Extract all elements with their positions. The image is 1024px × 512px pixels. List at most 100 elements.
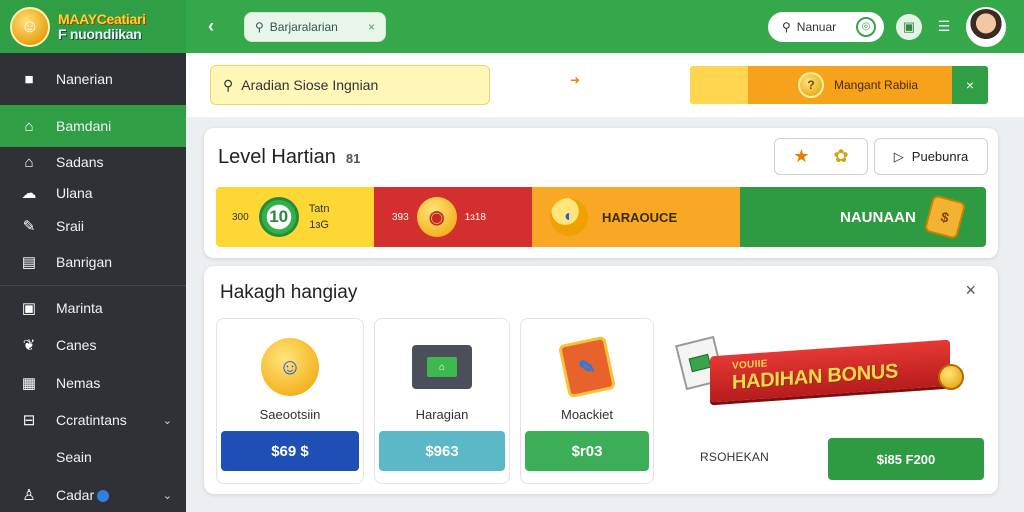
wallet-icon[interactable]: ▣ [896,13,922,40]
sidebar-item-ulana[interactable]: ☁ Ulana [0,177,186,209]
house-icon: ⌂ [24,153,34,171]
offer-card: Hakagh hangiay × ☺ Saeootsiin $69 $ ⌂ Ha… [204,266,998,494]
window-icon: ▣ [21,300,37,317]
bonus-panel: VOUIIE HADIHAN BONUS RSOHEKAN $i85 F200 [660,318,988,484]
sidebar-item-label: Canes [56,337,97,353]
promo-banner[interactable]: ? Mangant Rabiia × [690,66,988,104]
tier-4-label: NAUNAAN [840,208,916,226]
sidebar-item-ccratintans[interactable]: ⊟ Ccratintans ⌄ [0,402,186,438]
tier-1-right-top: Tatn [308,203,330,215]
sidebar-item-label: Bamdani [56,118,112,134]
gift-icon: ✿ [833,146,849,166]
notification-dot-icon [97,490,110,503]
promo-label: Mangant Rabiia [834,78,919,92]
product-card[interactable]: ☺ Saeootsiin $69 $ [216,318,364,484]
main-search-input[interactable]: ⚲ Aradian Siose Ingnian [210,65,490,105]
avatar[interactable] [966,6,1006,47]
top-search-input[interactable]: ⚲ Barjaralarian × [244,11,386,42]
tier-1-badge: 10 [258,197,299,237]
level-title: Level Hartian [218,146,336,168]
buy-button[interactable]: $r03 [525,431,649,471]
home-icon: ⌂ [24,117,34,135]
product-name: Haragian [415,407,469,422]
tier-4[interactable]: NAUNAAN $ [740,187,986,247]
minus-box-icon: ⊟ [22,412,36,429]
tier-3-label: HARAOUCE [602,209,678,225]
level-card: Level Hartian 81 ★ ✿ ▷ Puebunra 300 10 T… [204,128,998,258]
smiley-icon: ☺ [261,338,319,396]
cloud-icon: ☁ [21,185,37,202]
buy-button[interactable]: $963 [379,431,505,471]
sidebar-nav: ■ Nanerian ⌂ Bamdani ⌂ Sadans ☁ Ulana ✎ … [0,53,186,512]
puebunra-button[interactable]: ▷ Puebunra [874,138,988,175]
coin-icon: ? [798,72,824,98]
product-card[interactable]: ✎ Moackiet $r03 [520,318,654,484]
tier-3[interactable]: ◐ HARAOUCE [532,187,740,247]
buy-button[interactable]: $69 $ [221,431,359,471]
coin-icon: ◎ [856,16,876,37]
coin-icon [938,364,964,390]
sidebar-item-cadar[interactable]: ♙ Cadar ⌄ [0,476,186,512]
sidebar: ☺ MAAYCeatiari F nuondiikan ■ Nanerian ⌂… [0,0,186,512]
sidebar-item-nanerian[interactable]: ■ Nanerian [0,53,186,105]
tier-1[interactable]: 300 10 Tatn 1ɜG [216,187,374,247]
search-icon: ⚲ [255,19,264,34]
sidebar-item-label: Cadar [56,487,95,503]
product-name: Saeootsiin [259,407,321,422]
puebunra-label: Puebunra [911,149,969,164]
sidebar-item-label: Seain [56,449,92,465]
offer-title: Hakagh hangiay [220,282,358,303]
shield-icon: ◐ [550,198,588,236]
bonus-claim-button[interactable]: $i85 F200 [828,438,984,480]
chevron-down-icon[interactable]: ⌄ [163,414,172,427]
favorites-button[interactable]: ★ ✿ [774,138,868,175]
sidebar-item-canes[interactable]: ❦ Canes [0,326,186,364]
sidebar-item-seain[interactable]: Seain [0,438,186,476]
account-pill[interactable]: ⚲ Nanuar ◎ [768,11,884,42]
sidebar-divider [0,285,186,286]
money-bag-icon: $ [923,194,967,240]
sidebar-item-marinta[interactable]: ▣ Marinta [0,290,186,326]
notebook-icon: ✎ [557,335,617,399]
account-pill-label: Nanuar [796,19,837,34]
search-row: ⚲ Aradian Siose Ingnian ➜ ? Mangant Rabi… [186,53,1024,117]
sidebar-item-label: Marinta [56,300,103,316]
grid-icon: ▦ [21,375,37,392]
document-icon: ▤ [21,254,37,271]
level-count: 81 [345,151,361,166]
product-name: Moackiet [560,407,614,422]
brand-logo-icon: ☺ [10,6,50,47]
tier-1-left-label: 300 [232,211,249,223]
chevron-down-icon[interactable]: ⌄ [163,489,172,502]
sidebar-item-label: Nemas [56,375,101,391]
tier-2[interactable]: 393 ◉ 1ɜ18 [374,187,532,247]
topbar: ‹ ⚲ Barjaralarian × ⚲ Nanuar ◎ ▣ ☰ [186,0,1024,53]
chevron-left-icon[interactable]: ‹ [208,16,230,37]
arrow-icon: ➜ [570,73,581,87]
sidebar-item-label: Ccratintans [56,412,127,428]
star-icon: ★ [793,146,810,166]
laptop-icon: ⌂ [412,345,472,389]
close-icon[interactable]: × [952,66,988,104]
bonus-label: RSOHEKAN [700,450,769,464]
play-icon: ▷ [893,148,904,164]
product-card[interactable]: ⌂ Haragian $963 [374,318,510,484]
tier-1-right-bottom: 1ɜG [309,219,329,231]
sidebar-item-banrigan[interactable]: ▤ Banrigan [0,243,186,281]
sidebar-item-nemas[interactable]: ▦ Nemas [0,364,186,402]
tier-2-left-label: 393 [392,211,409,223]
sidebar-item-label: Sadans [56,154,104,170]
brand[interactable]: ☺ MAAYCeatiari F nuondiikan [0,0,186,53]
sidebar-item-bamdani[interactable]: ⌂ Bamdani [0,105,186,147]
search-icon: ⚲ [782,19,791,34]
medal-icon: ◉ [416,197,457,237]
menu-icon[interactable]: ☰ [934,18,954,35]
sidebar-item-sadans[interactable]: ⌂ Sadans [0,147,186,177]
tier-2-right-label: 1ɜ18 [464,211,486,223]
clear-search-icon[interactable]: × [368,20,375,34]
sidebar-item-sraii[interactable]: ✎ Sraii [0,209,186,243]
sidebar-item-label: Banrigan [56,254,113,270]
bonus-ribbon: VOUIIE HADIHAN BONUS [675,335,964,403]
main-search-value: Aradian Siose Ingnian [241,77,379,93]
close-icon[interactable]: × [965,280,976,301]
